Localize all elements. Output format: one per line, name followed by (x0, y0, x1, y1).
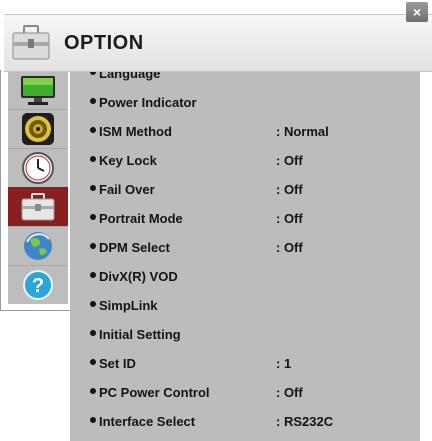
bullet-icon (90, 127, 96, 133)
option-list: Language Power Indicator ISM Method : No… (70, 60, 420, 441)
globe-icon (21, 229, 55, 263)
menu-item-label: Initial Setting (99, 327, 181, 342)
menu-item-label: Fail Over (99, 182, 155, 197)
monitor-icon (19, 74, 57, 106)
menu-item-label: Interface Select (99, 414, 196, 429)
menu-item-key-lock[interactable]: Key Lock : Off (70, 147, 420, 176)
menu-item-ism-method[interactable]: ISM Method : Normal (70, 118, 420, 147)
menu-item-label: Set ID (99, 356, 136, 371)
menu-item-simplink[interactable]: SimpLink (70, 292, 420, 321)
help-icon: ? (21, 268, 55, 302)
menu-item-fail-over[interactable]: Fail Over : Off (70, 176, 420, 205)
category-rail: ? (8, 70, 68, 304)
menu-item-value: : Off (276, 211, 303, 226)
menu-item-value: : RS232C (276, 414, 334, 429)
menu-item-label: SimpLink (99, 298, 158, 313)
menu-item-pc-power-control[interactable]: PC Power Control : Off (70, 379, 420, 408)
clock-icon (21, 151, 55, 185)
menu-item-dpm-select[interactable]: DPM Select : Off (70, 234, 420, 263)
menu-item-value: : Off (276, 182, 303, 197)
bullet-icon (90, 417, 96, 423)
svg-text:?: ? (32, 275, 44, 297)
menu-item-label: ISM Method (99, 124, 172, 139)
menu-item-value: : Off (276, 240, 303, 255)
close-button[interactable]: × (406, 2, 428, 22)
bullet-icon (90, 185, 96, 191)
menu-item-label: DivX(R) VOD (99, 269, 178, 284)
bullet-icon (90, 330, 96, 336)
bullet-icon (90, 98, 96, 104)
menu-item-divx-vod[interactable]: DivX(R) VOD (70, 263, 420, 292)
bullet-icon (90, 388, 96, 394)
menu-item-label: Portrait Mode (99, 211, 183, 226)
rail-item-network[interactable] (8, 226, 68, 266)
rail-item-option[interactable] (8, 187, 68, 227)
menu-item-interface-select[interactable]: Interface Select : RS232C (70, 408, 420, 437)
menu-header: OPTION (4, 14, 432, 72)
menu-item-label: PC Power Control (99, 385, 210, 400)
option-menu-panel: Language Power Indicator ISM Method : No… (0, 0, 432, 441)
bullet-icon (90, 156, 96, 162)
speaker-icon (21, 112, 55, 146)
menu-item-value: : 1 (276, 356, 292, 371)
rail-item-support[interactable]: ? (8, 265, 68, 304)
menu-item-value: : Normal (276, 124, 329, 139)
menu-item-portrait-mode[interactable]: Portrait Mode : Off (70, 205, 420, 234)
rail-item-audio[interactable] (8, 109, 68, 149)
menu-item-power-indicator[interactable]: Power Indicator (70, 89, 420, 118)
menu-item-value: : Off (276, 385, 303, 400)
rail-item-picture[interactable] (8, 70, 68, 110)
bullet-icon (90, 272, 96, 278)
close-icon: × (412, 4, 422, 20)
page-title: OPTION (64, 32, 144, 54)
menu-item-initial-setting[interactable]: Initial Setting (70, 321, 420, 350)
bullet-icon (90, 359, 96, 365)
rail-item-time[interactable] (8, 148, 68, 188)
bullet-icon (90, 301, 96, 307)
toolbox-icon (10, 23, 52, 63)
bullet-icon (90, 214, 96, 220)
menu-item-value: : Off (276, 153, 303, 168)
toolbox-icon (19, 192, 57, 222)
menu-item-label: Key Lock (99, 153, 157, 168)
bullet-icon (90, 243, 96, 249)
menu-item-set-id[interactable]: Set ID : 1 (70, 350, 420, 379)
menu-item-label: Power Indicator (99, 95, 197, 110)
menu-item-label: DPM Select (99, 240, 170, 255)
